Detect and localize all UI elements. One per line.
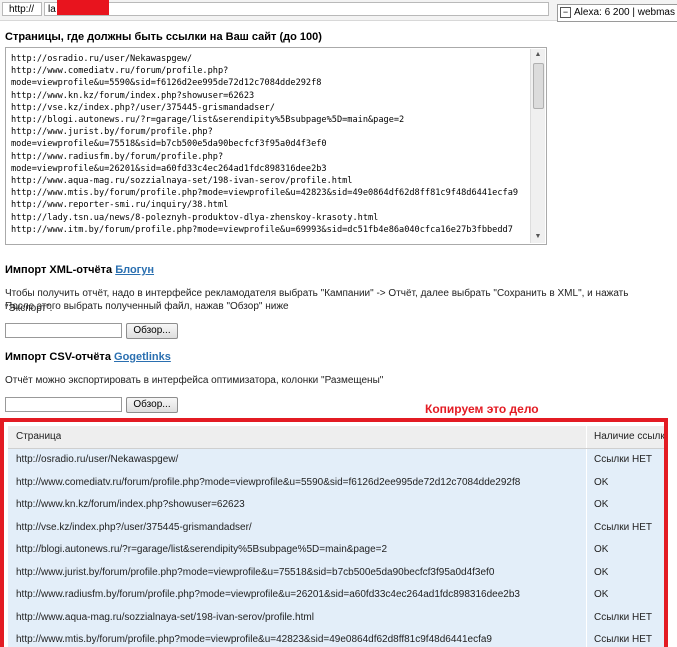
table-header: Страница Наличие ссылки — [8, 426, 668, 449]
table-row: http://www.radiusfm.by/forum/profile.php… — [8, 584, 664, 608]
row-page: http://www.jurist.by/forum/profile.php?m… — [16, 566, 495, 578]
csv-file-input[interactable] — [5, 397, 122, 412]
address-text: la — [48, 4, 56, 15]
row-status: Ссылки НЕТ — [594, 611, 652, 623]
gogetlinks-link[interactable]: Gogetlinks — [114, 351, 171, 363]
scroll-up-icon[interactable]: ▲ — [533, 50, 543, 60]
row-status: Ссылки НЕТ — [594, 634, 652, 645]
links-textarea-content: http://osradio.ru/user/Nekawaspgew/ http… — [11, 54, 519, 235]
row-status: Ссылки НЕТ — [594, 521, 652, 533]
row-page: http://www.comediatv.ru/forum/profile.ph… — [16, 476, 521, 488]
table-row: http://www.aqua-mag.ru/sozzialnaya-set/1… — [8, 606, 664, 630]
column-divider — [586, 471, 587, 494]
xml-import-desc-2: После этого выбрать полученный файл, наж… — [5, 301, 289, 312]
links-section-title: Страницы, где должны быть ссылки на Ваш … — [5, 31, 322, 43]
links-textarea[interactable]: http://osradio.ru/user/Nekawaspgew/ http… — [5, 47, 547, 245]
results-table-frame: Страница Наличие ссылки http://osradio.r… — [0, 418, 668, 647]
row-page: http://blogi.autonews.ru/?r=garage/list&… — [16, 544, 388, 555]
column-divider — [586, 539, 587, 562]
column-divider — [586, 629, 587, 647]
column-divider — [586, 494, 587, 517]
row-status: OK — [594, 566, 609, 578]
row-status: Ссылки НЕТ — [594, 454, 652, 465]
row-page: http://osradio.ru/user/Nekawaspgew/ — [16, 454, 179, 465]
column-divider — [586, 516, 587, 539]
column-divider — [586, 426, 587, 448]
row-status: OK — [594, 589, 609, 600]
row-status: OK — [594, 499, 609, 510]
table-row: http://www.comediatv.ru/forum/profile.ph… — [8, 471, 664, 495]
table-row: http://www.jurist.by/forum/profile.php?m… — [8, 561, 664, 585]
column-divider — [586, 606, 587, 629]
alexa-rank-text: Alexa: 6 200 | webmas — [574, 7, 675, 18]
collapse-icon[interactable]: − — [560, 6, 571, 18]
row-page: http://www.mtis.by/forum/profile.php?mod… — [16, 634, 492, 645]
column-divider — [586, 449, 587, 472]
row-status: OK — [594, 544, 609, 555]
table-row: http://blogi.autonews.ru/?r=garage/list&… — [8, 539, 664, 563]
scroll-down-icon[interactable]: ▼ — [533, 232, 543, 242]
header-page: Страница — [16, 431, 62, 442]
annotation-label: Копируем это дело — [425, 402, 539, 416]
browser-toolbar: http:// la − Alexa: 6 200 | webmas — [0, 0, 677, 22]
column-divider — [586, 584, 587, 607]
blogun-link[interactable]: Блогун — [115, 264, 154, 276]
csv-import-heading: Импорт CSV-отчёта Gogetlinks — [5, 351, 171, 363]
redaction-block — [57, 0, 109, 15]
links-scrollbar[interactable]: ▲ ▼ — [530, 49, 545, 243]
alexa-widget[interactable]: − Alexa: 6 200 | webmas — [557, 4, 677, 22]
xml-browse-button[interactable]: Обзор... — [126, 323, 178, 339]
table-row: http://www.mtis.by/forum/profile.php?mod… — [8, 629, 664, 647]
address-bar[interactable]: la — [44, 2, 549, 16]
scroll-thumb[interactable] — [533, 63, 544, 109]
row-page: http://www.aqua-mag.ru/sozzialnaya-set/1… — [16, 611, 314, 623]
table-row: http://www.kn.kz/forum/index.php?showuse… — [8, 494, 664, 518]
csv-import-title: Импорт CSV-отчёта — [5, 351, 111, 363]
row-page: http://www.kn.kz/forum/index.php?showuse… — [16, 499, 245, 510]
csv-import-desc: Отчёт можно экспортировать в интерфейса … — [5, 375, 384, 386]
row-page: http://vse.kz/index.php?/user/375445-gri… — [16, 521, 252, 533]
header-link-status: Наличие ссылки — [594, 431, 668, 442]
protocol-label: http:// — [2, 2, 42, 16]
column-divider — [586, 561, 587, 584]
row-page: http://www.radiusfm.by/forum/profile.php… — [16, 589, 520, 600]
table-row: http://osradio.ru/user/Nekawaspgew/ Ссыл… — [8, 449, 664, 473]
xml-import-heading: Импорт XML-отчёта Блогун — [5, 264, 154, 276]
xml-import-title: Импорт XML-отчёта — [5, 264, 113, 276]
xml-file-input[interactable] — [5, 323, 122, 338]
row-status: OK — [594, 476, 609, 488]
csv-browse-button[interactable]: Обзор... — [126, 397, 178, 413]
table-row: http://vse.kz/index.php?/user/375445-gri… — [8, 516, 664, 540]
